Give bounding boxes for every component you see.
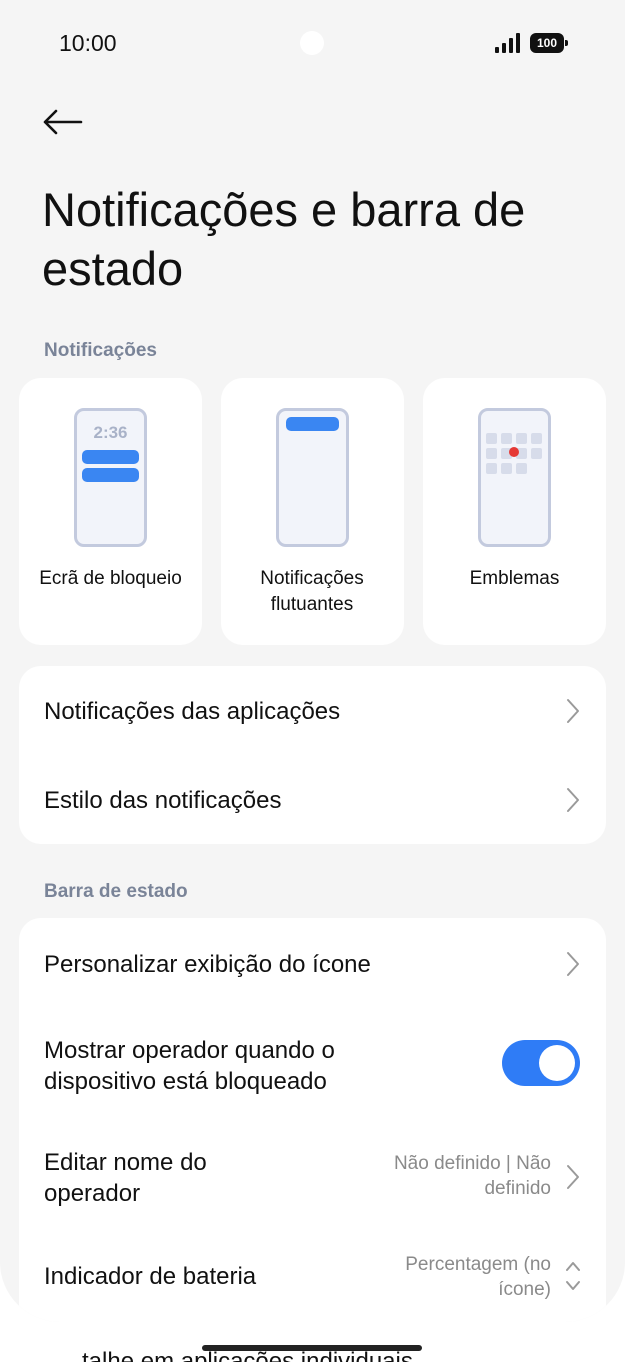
status-bar: 10:00 100 xyxy=(0,0,625,88)
chevron-right-icon xyxy=(567,699,579,723)
row-battery-indicator[interactable]: Indicador de bateria Percentagem (no íco… xyxy=(19,1225,606,1322)
phone-frame: 10:00 100 Notificações e barra de estado… xyxy=(0,0,625,1362)
chevron-right-icon xyxy=(567,1165,579,1189)
notification-style-tiles: 2:36 Ecrã de bloqueio Notificações flutu… xyxy=(19,378,606,645)
tile-label: Emblemas xyxy=(469,568,560,589)
floating-notification-preview-icon xyxy=(276,408,349,547)
row-title: Mostrar operador quando o dispositivo es… xyxy=(44,1037,335,1095)
section-label-notifications: Notificações xyxy=(44,340,157,361)
section-label-status-bar: Barra de estado xyxy=(44,881,188,902)
toggle-knob xyxy=(539,1045,575,1081)
tile-floating-notifications[interactable]: Notificações flutuantes xyxy=(221,378,404,645)
row-notification-style[interactable]: Estilo das notificações xyxy=(19,755,606,844)
chevron-right-icon xyxy=(567,952,579,976)
row-app-notifications[interactable]: Notificações das aplicações xyxy=(19,666,606,755)
row-title: Notificações das aplicações xyxy=(44,698,341,725)
badge-dot-icon xyxy=(509,447,519,457)
home-indicator[interactable] xyxy=(202,1345,422,1351)
notification-bar-preview xyxy=(286,417,339,431)
row-edit-carrier-name[interactable]: Editar nome do operador Não definido | N… xyxy=(19,1130,606,1225)
row-title: Indicador de bateria xyxy=(44,1263,257,1290)
row-title: Personalizar exibição do ícone xyxy=(44,951,371,978)
show-carrier-toggle[interactable] xyxy=(502,1040,580,1086)
tile-label: Notificações flutuantes xyxy=(260,568,364,615)
status-time: 10:00 xyxy=(59,30,117,56)
settings-screen: 10:00 100 Notificações e barra de estado… xyxy=(0,0,625,1322)
tile-lock-screen[interactable]: 2:36 Ecrã de bloqueio xyxy=(19,378,202,645)
page-title: Notificações e barra de estado xyxy=(42,183,526,295)
tile-badges[interactable]: Emblemas xyxy=(423,378,606,645)
tile-label: Ecrã de bloqueio xyxy=(39,568,182,589)
back-button[interactable] xyxy=(36,98,88,146)
chevron-right-icon xyxy=(567,788,579,812)
arrow-left-icon xyxy=(43,109,83,135)
row-title: Estilo das notificações xyxy=(44,787,282,814)
battery-icon: 100 xyxy=(530,33,568,53)
row-customize-icon-display[interactable]: Personalizar exibição do ícone xyxy=(19,918,606,1010)
row-value: Não definido | Não definido xyxy=(393,1153,551,1199)
notification-bar-preview xyxy=(82,450,139,464)
badges-preview-icon xyxy=(478,408,551,547)
status-bar-settings-card: Personalizar exibição do ícone Mostrar o… xyxy=(19,918,606,1322)
chevron-up-down-icon xyxy=(566,1262,580,1290)
row-value: Percentagem (no ícone) xyxy=(405,1254,551,1300)
notifications-settings-card: Notificações das aplicações Estilo das n… xyxy=(19,666,606,844)
camera-cutout xyxy=(300,31,324,55)
lock-screen-clock: 2:36 xyxy=(93,423,128,442)
signal-icon xyxy=(495,33,520,53)
notification-bar-preview xyxy=(82,468,139,482)
lock-screen-preview-icon: 2:36 xyxy=(74,408,147,547)
row-title: Editar nome do operador xyxy=(44,1149,207,1207)
app-grid-icon xyxy=(486,433,542,474)
